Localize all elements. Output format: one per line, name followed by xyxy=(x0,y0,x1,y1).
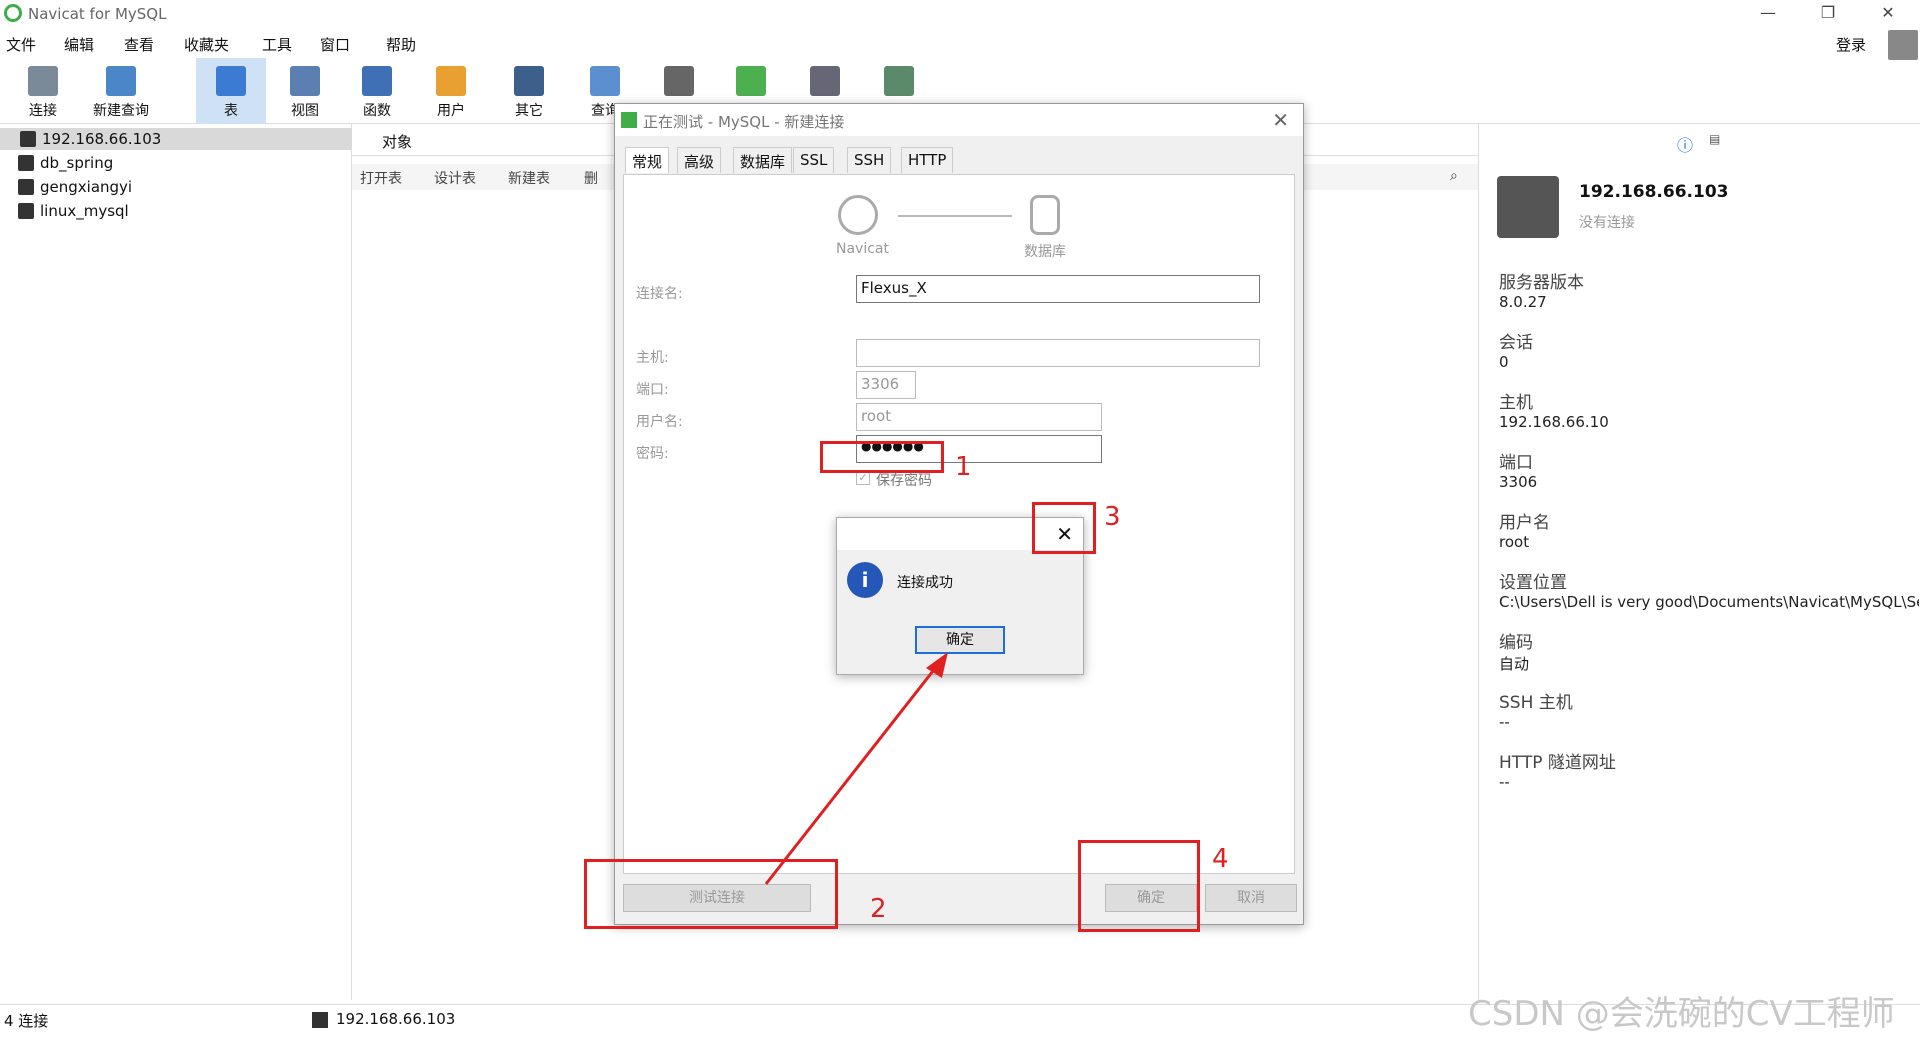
annotation-arrow xyxy=(764,652,948,885)
arrow-line xyxy=(764,661,942,885)
